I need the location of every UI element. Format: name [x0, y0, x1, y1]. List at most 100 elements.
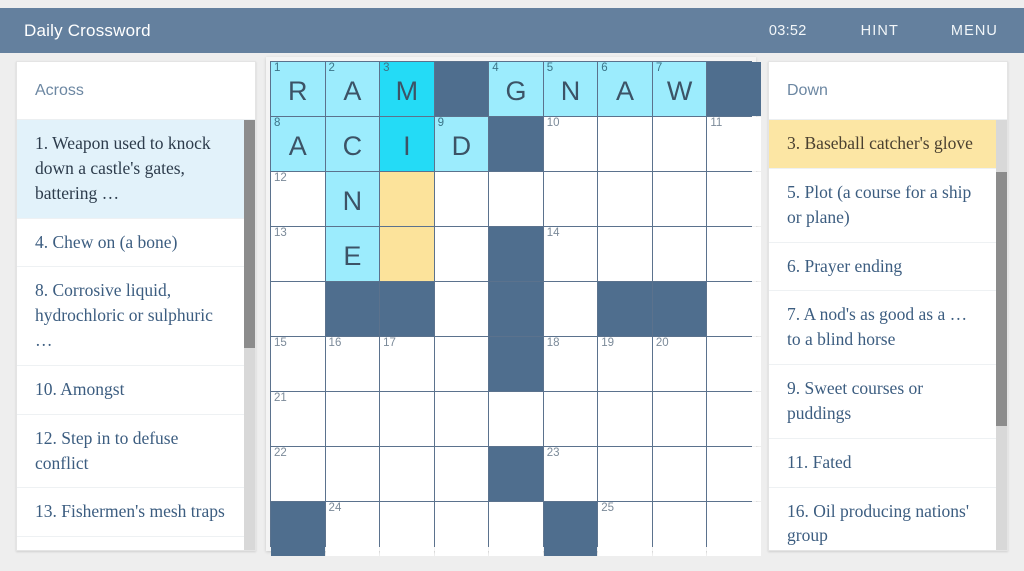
clue-item-down-3[interactable]: 3. Baseball catcher's glove	[769, 120, 1007, 169]
across-clue-list[interactable]: 1. Weapon used to knock down a castle's …	[17, 120, 255, 550]
clue-item-across-10[interactable]: 10. Amongst	[17, 366, 255, 415]
grid-cell[interactable]: 8A	[271, 117, 325, 171]
grid-cell[interactable]: 5N	[543, 62, 598, 116]
grid-cell[interactable]: 14	[543, 227, 598, 281]
cell-number: 4	[492, 62, 499, 74]
grid-cell[interactable]	[380, 502, 434, 556]
clue-item-across-13[interactable]: 13. Fishermen's mesh traps	[17, 488, 255, 538]
grid-cell[interactable]: 16	[325, 337, 380, 391]
grid-cell[interactable]	[543, 282, 598, 336]
header-actions: 03:52 HINT MENU	[769, 23, 1024, 39]
menu-button[interactable]: MENU	[951, 23, 998, 39]
grid-cell[interactable]: 4G	[489, 62, 543, 116]
grid-cell[interactable]	[652, 117, 707, 171]
grid-cell[interactable]: 23	[543, 447, 598, 501]
clue-item-across-12[interactable]: 12. Step in to defuse conflict	[17, 415, 255, 489]
grid-cell[interactable]: 22	[271, 447, 325, 501]
grid-cell[interactable]	[489, 502, 543, 556]
grid-cell[interactable]	[380, 227, 434, 281]
grid-cell[interactable]	[434, 282, 489, 336]
grid-cell[interactable]: E	[325, 227, 380, 281]
grid-cell[interactable]	[598, 447, 652, 501]
down-scrollbar[interactable]	[996, 120, 1007, 550]
across-scrollbar-thumb[interactable]	[244, 120, 255, 348]
grid-cell[interactable]: 15	[271, 337, 325, 391]
grid-block-cell	[489, 447, 543, 501]
grid-cell[interactable]	[652, 227, 707, 281]
grid-cell[interactable]	[707, 282, 761, 336]
grid-cell[interactable]	[707, 337, 761, 391]
grid-cell[interactable]	[434, 172, 489, 226]
grid-cell[interactable]	[271, 282, 325, 336]
grid-cell[interactable]: 11	[707, 117, 761, 171]
grid-cell[interactable]: 18	[543, 337, 598, 391]
grid-cell[interactable]	[380, 447, 434, 501]
grid-cell[interactable]	[543, 172, 598, 226]
grid-cell[interactable]	[434, 447, 489, 501]
grid-cell[interactable]	[380, 392, 434, 446]
grid-cell[interactable]	[598, 392, 652, 446]
grid-cell[interactable]	[380, 172, 434, 226]
grid-cell[interactable]: 19	[598, 337, 652, 391]
grid-cell[interactable]: 20	[652, 337, 707, 391]
grid-cell[interactable]: I	[380, 117, 434, 171]
grid-cell[interactable]: 7W	[652, 62, 707, 116]
grid-cell[interactable]	[652, 172, 707, 226]
grid-cell[interactable]	[652, 392, 707, 446]
page-title: Daily Crossword	[24, 20, 151, 40]
grid-cell[interactable]	[652, 502, 707, 556]
down-clue-list[interactable]: 3. Baseball catcher's glove 5. Plot (a co…	[769, 120, 1007, 550]
grid-cell[interactable]	[434, 227, 489, 281]
grid-cell[interactable]: 6A	[598, 62, 652, 116]
grid-cell[interactable]: 17	[380, 337, 434, 391]
grid-cell[interactable]: 3M	[380, 62, 434, 116]
grid-cell[interactable]	[707, 227, 761, 281]
grid-cell[interactable]	[707, 392, 761, 446]
grid-cell[interactable]	[489, 172, 543, 226]
clue-item-across-4[interactable]: 4. Chew on (a bone)	[17, 219, 255, 268]
grid-cell[interactable]	[598, 172, 652, 226]
clue-item-down-11[interactable]: 11. Fated	[769, 439, 1007, 488]
grid-cell[interactable]: 2A	[325, 62, 380, 116]
grid-cell[interactable]	[598, 227, 652, 281]
across-clues-panel: Across 1. Weapon used to knock down a ca…	[16, 61, 256, 551]
grid-cell[interactable]	[707, 172, 761, 226]
cell-number: 15	[274, 337, 287, 349]
across-scrollbar[interactable]	[244, 120, 255, 550]
clue-item-down-16[interactable]: 16. Oil producing nations' group	[769, 488, 1007, 550]
grid-cell[interactable]	[434, 337, 489, 391]
grid-cell[interactable]	[434, 392, 489, 446]
grid-cell[interactable]	[325, 447, 380, 501]
grid-cell[interactable]: 25	[598, 502, 652, 556]
clue-item-across-8[interactable]: 8. Corrosive liquid, hydrochloric or sul…	[17, 267, 255, 366]
grid-cell[interactable]: 24	[325, 502, 380, 556]
grid-cell[interactable]	[598, 117, 652, 171]
grid-cell[interactable]: C	[325, 117, 380, 171]
clue-item-down-9[interactable]: 9. Sweet courses or puddings	[769, 365, 1007, 439]
grid-cell[interactable]: 9D	[434, 117, 489, 171]
grid-cell[interactable]	[652, 447, 707, 501]
clue-item-down-7[interactable]: 7. A nod's as good as a … to a blind hor…	[769, 291, 1007, 366]
down-scrollbar-thumb[interactable]	[996, 172, 1007, 426]
grid-cell[interactable]: 21	[271, 392, 325, 446]
clue-item-down-6[interactable]: 6. Prayer ending	[769, 243, 1007, 292]
grid-cell[interactable]	[707, 502, 761, 556]
grid-cell[interactable]	[489, 392, 543, 446]
clue-item-across-1[interactable]: 1. Weapon used to knock down a castle's …	[17, 120, 255, 219]
cell-letter: I	[403, 130, 411, 161]
hint-button[interactable]: HINT	[861, 23, 899, 39]
cell-letter: R	[288, 75, 308, 106]
clue-item-down-5[interactable]: 5. Plot (a course for a ship or plane)	[769, 169, 1007, 243]
crossword-grid[interactable]: 1 R 2 A 3 M 4 G 5 N 6 A 7 W 8 A C I 9 D 10 11 12 N 13 E 14 15 16 17 18…	[270, 61, 761, 556]
grid-cell[interactable]	[325, 392, 380, 446]
cell-letter: N	[560, 75, 581, 106]
grid-cell[interactable]: 1R	[271, 62, 325, 116]
grid-cell[interactable]	[543, 392, 598, 446]
grid-cell[interactable]: N	[325, 172, 380, 226]
grid-cell[interactable]: 10	[543, 117, 598, 171]
grid-cell[interactable]	[707, 447, 761, 501]
grid-cell[interactable]	[434, 502, 489, 556]
grid-cell[interactable]: 12	[271, 172, 325, 226]
app-header: Daily Crossword 03:52 HINT MENU	[0, 8, 1024, 53]
grid-cell[interactable]: 13	[271, 227, 325, 281]
